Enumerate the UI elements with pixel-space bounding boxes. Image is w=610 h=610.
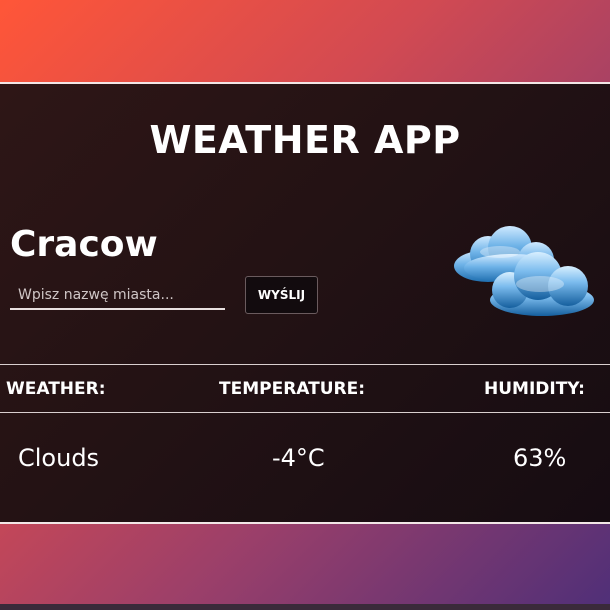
weather-app-panel: WEATHER APP Cracow WYŚLIJ bbox=[0, 82, 610, 524]
value-temperature: -4°C bbox=[272, 444, 325, 472]
header-temperature: TEMPERATURE: bbox=[219, 379, 366, 399]
app-title: WEATHER APP bbox=[149, 118, 461, 162]
header-weather: WEATHER: bbox=[6, 379, 106, 399]
city-search-input[interactable] bbox=[10, 282, 225, 310]
bottom-strip bbox=[0, 604, 610, 610]
value-humidity: 63% bbox=[513, 444, 567, 472]
send-button[interactable]: WYŚLIJ bbox=[245, 276, 318, 314]
header-humidity: HUMIDITY: bbox=[484, 379, 585, 399]
table-divider-top bbox=[0, 364, 610, 365]
clouds-icon bbox=[454, 226, 594, 316]
value-weather: Clouds bbox=[18, 444, 100, 472]
table-divider-mid bbox=[0, 412, 610, 413]
front-cloud bbox=[480, 246, 594, 316]
city-name: Cracow bbox=[10, 224, 158, 265]
